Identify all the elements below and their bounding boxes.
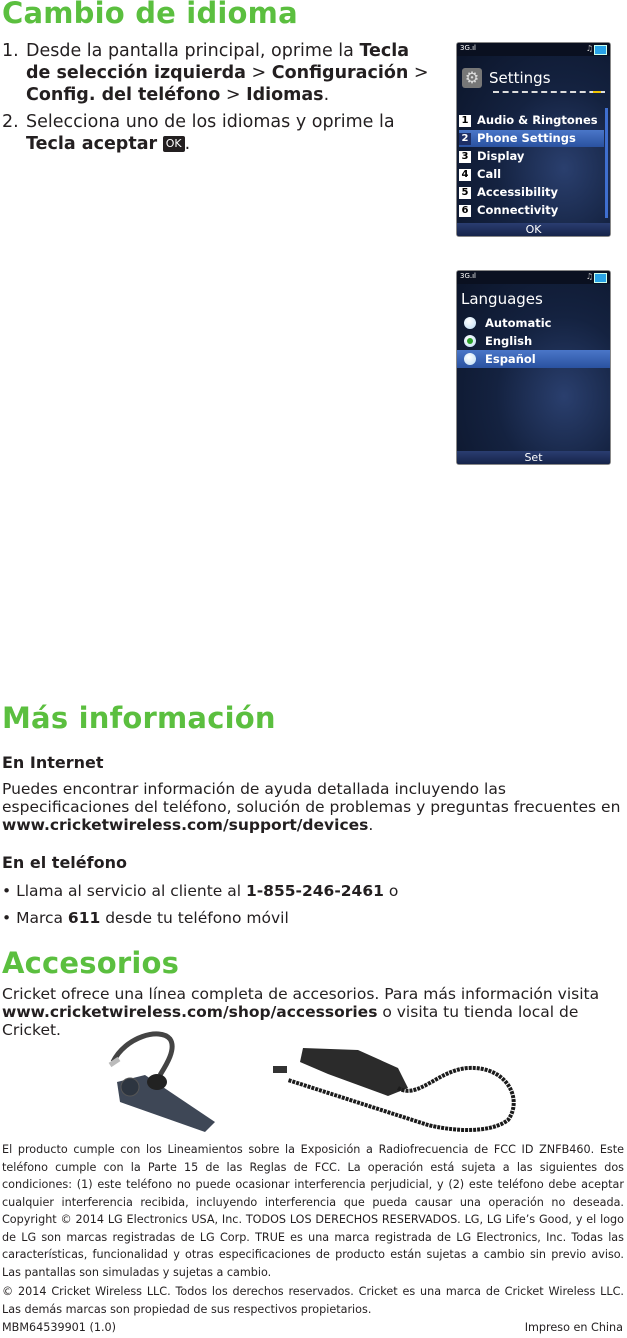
language-option-highlighted[interactable]: Español: [457, 350, 610, 368]
bullet-dial: • Marca 611 desde tu teléfono móvil: [2, 909, 289, 927]
accessories-link[interactable]: www.cricketwireless.com/shop/accessories: [2, 1003, 377, 1021]
part-number: MBM64539901 (1.0): [2, 1321, 116, 1334]
phone-screen-languages: 3G.ıl ♫ Languages Automatic English Espa…: [456, 270, 611, 465]
legal-paragraph: El producto cumple con los Lineamientos …: [2, 1143, 624, 1279]
status-bar: 3G.ıl ♫: [457, 43, 610, 56]
menu-item-selected[interactable]: 2 Phone Settings: [459, 130, 604, 147]
separator: >: [245, 63, 272, 83]
internet-paragraph: Puedes encontrar información de ayuda de…: [2, 780, 621, 834]
period: .: [184, 134, 191, 154]
menu-name: Configuración: [271, 63, 409, 83]
short-code: 611: [67, 909, 101, 927]
radio-checked-icon: [464, 335, 476, 347]
bullet-call: • Llama al servicio al cliente al 1-855-…: [2, 882, 399, 900]
key-name: Tecla aceptar: [26, 134, 158, 154]
separator: >: [408, 63, 429, 83]
step-2: 2. Selecciona uno de los idiomas y oprim…: [2, 111, 432, 155]
status-bar: 3G.ıl ♫: [457, 271, 610, 284]
menu-item[interactable]: 5 Accessibility: [459, 184, 604, 201]
support-link[interactable]: www.cricketwireless.com/support/devices: [2, 816, 368, 834]
signal-icon: 3G.ıl: [460, 44, 477, 52]
vibrate-icon: ♫: [585, 272, 593, 281]
gear-icon: ⚙: [462, 68, 482, 88]
step-number: 2.: [2, 112, 19, 132]
battery-icon: [594, 273, 607, 283]
menu-item[interactable]: 6 Connectivity: [459, 202, 604, 219]
copyright-paragraph: © 2014 Cricket Wireless LLC. Todos los d…: [2, 1285, 624, 1316]
signal-icon: 3G.ıl: [460, 272, 477, 280]
printed-in: Impreso en China: [524, 1321, 623, 1334]
separator: >: [220, 85, 247, 105]
phone-number[interactable]: 1-855-246-2461: [246, 882, 384, 900]
language-option[interactable]: Automatic: [457, 314, 610, 332]
bluetooth-headset-image: [108, 1031, 215, 1132]
menu-name: Idiomas: [246, 85, 324, 105]
step-1: 1. Desde la pantalla principal, oprime l…: [2, 40, 432, 106]
car-charger-image: [273, 1048, 516, 1132]
period: .: [323, 85, 330, 105]
step-text: Desde la pantalla principal, oprime la: [26, 41, 360, 61]
screen-title: Settings: [489, 69, 551, 87]
menu-item[interactable]: 3 Display: [459, 148, 604, 165]
menu-name: Config. del teléfono: [26, 85, 221, 105]
screen-title: Languages: [461, 290, 543, 308]
menu-item[interactable]: 4 Call: [459, 166, 604, 183]
section-title-accessories: Accesorios: [2, 946, 180, 980]
section-title-language: Cambio de idioma: [2, 0, 298, 30]
section-title-more-info: Más información: [2, 701, 276, 735]
softkey-set[interactable]: Set: [457, 451, 610, 464]
page-indicator: [493, 91, 605, 95]
scrollbar[interactable]: [605, 108, 608, 218]
radio-icon: [464, 317, 476, 329]
step-number: 1.: [2, 41, 19, 61]
language-option-checked[interactable]: English: [457, 332, 610, 350]
vibrate-icon: ♫: [585, 44, 593, 53]
subheading-phone: En el teléfono: [2, 853, 127, 872]
battery-icon: [594, 45, 607, 55]
menu-item[interactable]: 1 Audio & Ringtones: [459, 112, 604, 129]
phone-screen-settings: 3G.ıl ♫ ⚙ Settings 1 Audio & Ringtones 2P…: [456, 42, 611, 237]
accessories-paragraph: Cricket ofrece una línea completa de acc…: [2, 985, 600, 1039]
radio-icon: [464, 353, 476, 365]
step-text: Selecciona uno de los idiomas y oprime l…: [26, 112, 395, 132]
subheading-internet: En Internet: [2, 753, 104, 772]
softkey-ok[interactable]: OK: [457, 223, 610, 236]
ok-key-icon: OK: [162, 136, 185, 152]
